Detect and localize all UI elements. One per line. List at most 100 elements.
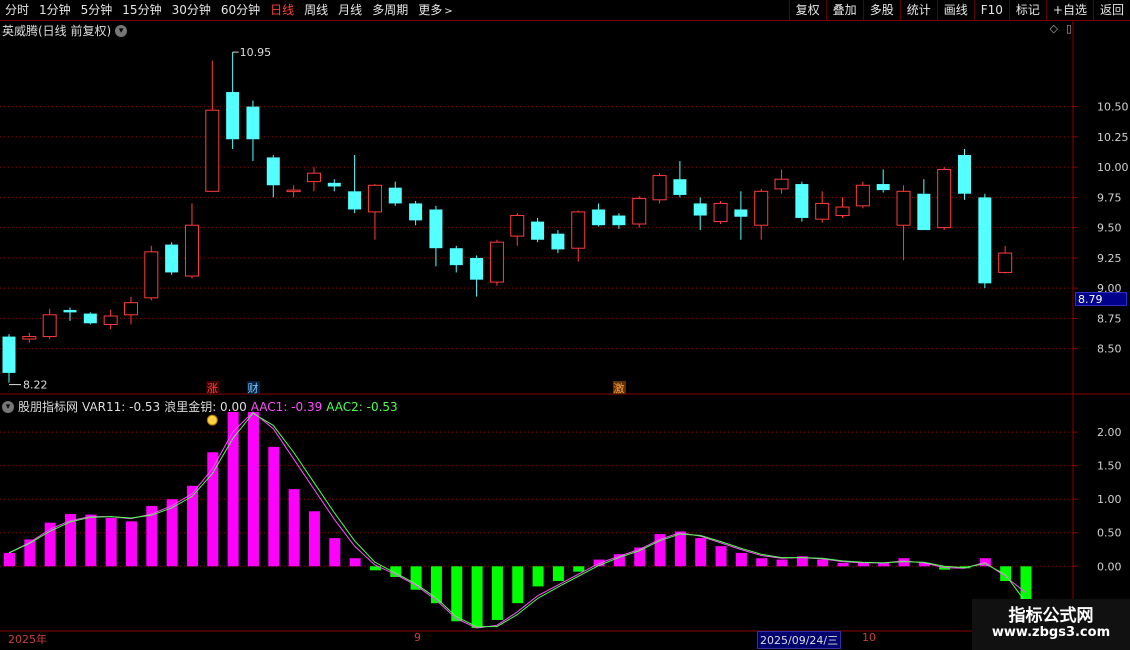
candle-7	[144, 245, 159, 301]
candle-49	[998, 245, 1013, 274]
candle-body	[693, 203, 707, 216]
candle-body	[266, 157, 280, 186]
indicator-menu-chevron-icon[interactable]: ▾	[2, 400, 14, 413]
candle-body	[348, 191, 362, 210]
candle-11	[226, 52, 240, 149]
candle-24	[489, 239, 504, 286]
candle-27	[551, 230, 565, 254]
indicator-bar-6	[125, 521, 137, 567]
candle-4	[83, 312, 97, 325]
indicator-bar-12	[247, 412, 259, 567]
candle-35	[713, 201, 728, 224]
indicator-bar-43	[878, 562, 890, 567]
candle-body	[103, 315, 118, 325]
tag-zhang: 涨	[207, 382, 218, 395]
candle-body	[449, 248, 463, 266]
indicator-bar-24	[491, 566, 503, 620]
candle-body	[937, 169, 952, 229]
candle-body	[388, 187, 402, 204]
kline-chart[interactable]: 10.5010.2510.009.759.509.259.008.758.502…	[0, 0, 1130, 650]
candle-25	[510, 213, 525, 246]
candle-22	[449, 245, 463, 273]
indicator-bar-4	[85, 514, 97, 567]
watermark-title: 指标公式网	[1008, 606, 1094, 626]
year-label: 2025年	[8, 633, 47, 646]
candle-body	[531, 221, 545, 240]
candle-13	[266, 155, 280, 198]
candle-body	[713, 202, 728, 223]
candle-body	[896, 190, 911, 226]
price-tick-label: 8.50	[1097, 343, 1122, 356]
indicator-name[interactable]: 股朋指标网	[18, 398, 78, 415]
candle-body	[327, 182, 341, 187]
current-price-tag: 8.79	[1075, 292, 1127, 306]
candle-body	[306, 172, 321, 183]
candle-body	[734, 209, 748, 217]
candle-body	[184, 224, 199, 277]
candle-3	[63, 307, 77, 321]
candle-5	[103, 309, 118, 330]
candle-body	[22, 336, 37, 340]
candle-body	[632, 198, 647, 225]
candle-10	[205, 60, 220, 192]
candle-body	[489, 241, 504, 283]
candle-body	[63, 309, 77, 313]
candle-body	[835, 206, 850, 217]
indicator-bar-35	[715, 546, 727, 567]
indicator-bar-37	[756, 558, 768, 567]
month-10-label: 10	[862, 631, 876, 644]
indicator-bar-36	[735, 552, 747, 567]
candle-body	[917, 193, 931, 231]
price-tick-label: 10.25	[1097, 131, 1129, 144]
watermark-url: www.zbgs3.com	[991, 625, 1111, 640]
indicator-bar-16	[329, 538, 341, 567]
tag-cai: 财	[247, 381, 258, 395]
cursor-date: 2025/09/24/三	[757, 631, 842, 649]
candle-body	[286, 189, 301, 193]
candle-body	[673, 179, 687, 195]
candle-body	[795, 184, 809, 218]
indicator-bar-17	[349, 558, 361, 567]
candle-26	[531, 217, 545, 243]
tag-ji: 激	[613, 381, 624, 395]
indicator-tick-label: 2.00	[1097, 426, 1122, 439]
candle-20	[409, 201, 423, 226]
price-tick-label: 9.25	[1097, 252, 1122, 265]
candle-9	[184, 203, 199, 279]
candle-32	[652, 173, 667, 204]
candle-38	[774, 169, 789, 194]
indicator-bar-42	[857, 562, 869, 567]
candle-body	[754, 190, 769, 226]
candle-8	[165, 242, 179, 275]
watermark: 指标公式网 www.zbgs3.com	[972, 599, 1130, 650]
candle-body	[551, 233, 565, 250]
candle-6	[123, 296, 138, 325]
aac1-value: AAC1: -0.39	[250, 399, 323, 414]
indicator-bar-28	[573, 566, 585, 572]
indicator-bar-14	[288, 489, 300, 567]
candle-body	[652, 175, 667, 201]
candle-body	[123, 302, 138, 316]
candle-body	[246, 106, 260, 140]
candle-36	[734, 191, 748, 240]
candle-body	[2, 336, 16, 373]
price-tick-label: 8.75	[1097, 312, 1122, 325]
candle-body	[958, 155, 972, 194]
candle-15	[306, 167, 321, 192]
candle-body	[592, 209, 606, 226]
candle-body	[42, 314, 57, 338]
candle-body	[205, 109, 220, 192]
candle-39	[795, 181, 809, 222]
candle-body	[876, 184, 890, 191]
candle-body	[83, 313, 97, 324]
indicator-bar-23	[471, 566, 483, 628]
candle-body	[978, 197, 992, 284]
candle-29	[592, 203, 606, 227]
indicator-bar-34	[695, 538, 707, 567]
candle-body	[367, 184, 382, 213]
candle-44	[896, 185, 911, 261]
candle-14	[286, 185, 301, 198]
candle-30	[612, 213, 626, 229]
candle-1	[22, 332, 37, 343]
aac2-value: AAC2: -0.53	[326, 399, 398, 414]
